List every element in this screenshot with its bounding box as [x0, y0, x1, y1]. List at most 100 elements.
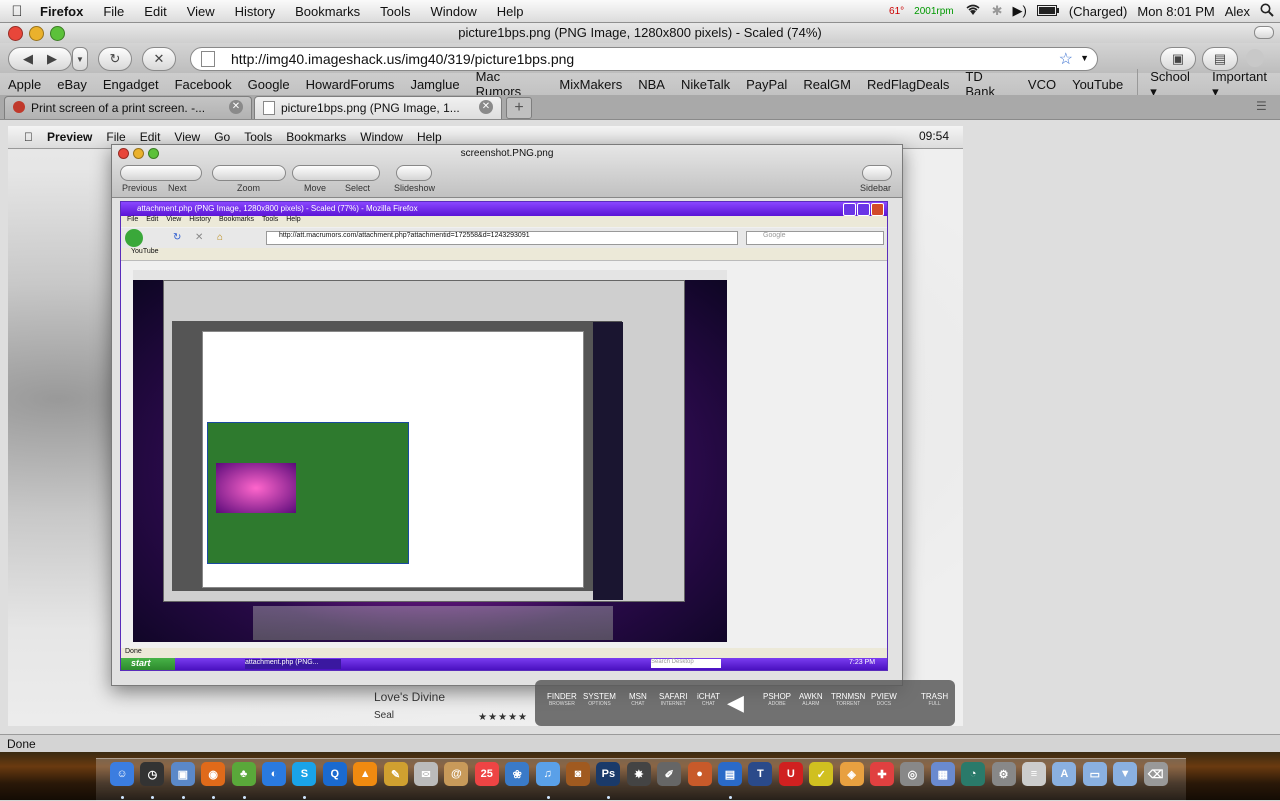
dock-utility-icon[interactable]: ✚ — [870, 762, 894, 786]
stop-button[interactable]: ✕ — [142, 47, 176, 71]
dock-photoshop-icon[interactable]: Ps — [596, 762, 621, 786]
bookmark-vco[interactable]: VCO — [1020, 77, 1064, 92]
bookmark-google[interactable]: Google — [240, 77, 298, 92]
dock-preview-icon[interactable]: ▣ — [170, 762, 195, 786]
dock-stickies-icon[interactable]: ✎ — [383, 762, 408, 786]
launcher-awkn: AWKN ALARM — [799, 692, 823, 707]
dock-utilities-icon[interactable]: ⚙ — [991, 762, 1016, 786]
dock-firefox-icon[interactable]: ◉ — [201, 762, 226, 786]
dock-skype-icon[interactable]: S — [292, 762, 317, 786]
dock-dashboard-grid-icon[interactable]: ▦ — [930, 762, 955, 786]
now-playing-widget: Love's Divine Seal ★★★★★ — [374, 690, 530, 726]
fan-speed[interactable]: 2001rpm — [914, 6, 953, 17]
xp-status-text: Done — [125, 648, 142, 655]
menu-help[interactable]: Help — [487, 4, 534, 19]
dock-lamp-icon[interactable]: ● — [687, 762, 712, 786]
dock-script-icon[interactable]: ≡ — [1022, 762, 1046, 786]
tab-picture1bps[interactable]: picture1bps.png (PNG Image, 1... ✕ — [254, 96, 502, 119]
dock-applications-icon[interactable]: A — [1052, 762, 1077, 786]
apple-icon[interactable]:  — [0, 3, 34, 20]
reload-button[interactable]: ↻ — [98, 47, 132, 71]
menu-app-name[interactable]: Firefox — [34, 4, 93, 19]
url-text[interactable]: http://img40.imageshack.us/img40/319/pic… — [231, 51, 574, 67]
bookmark-ebay[interactable]: eBay — [49, 77, 95, 92]
menu-tools[interactable]: Tools — [370, 4, 420, 19]
tab-label: Print screen of a print screen. -... — [31, 101, 206, 115]
toolbar-toggle-button[interactable] — [1254, 26, 1274, 39]
url-bar[interactable]: http://img40.imageshack.us/img40/319/pic… — [190, 47, 1098, 71]
dock-magnet-icon[interactable]: U — [778, 762, 803, 786]
nested-desktop-icons — [593, 322, 623, 600]
dock-textedit-icon[interactable]: ✉ — [414, 762, 438, 786]
dock-adium-icon[interactable]: ♣ — [231, 762, 256, 786]
dock-time-machine-icon[interactable]: ◔ — [961, 762, 986, 786]
bookmark-facebook[interactable]: Facebook — [167, 77, 240, 92]
menu-bookmarks[interactable]: Bookmarks — [285, 4, 370, 19]
battery-icon[interactable] — [1036, 4, 1059, 19]
close-tab-icon[interactable]: ✕ — [229, 100, 243, 114]
volume-icon[interactable]: ▶) — [1013, 3, 1027, 19]
battery-status[interactable]: (Charged) — [1069, 4, 1128, 19]
new-tab-button[interactable]: + — [506, 97, 532, 119]
bookmark-apple[interactable]: Apple — [0, 77, 49, 92]
bluetooth-icon[interactable]: ✱ — [992, 3, 1003, 19]
bookmark-youtube[interactable]: YouTube — [1064, 77, 1131, 92]
dock-mail-icon[interactable]: @ — [444, 762, 469, 786]
tab-print-screen[interactable]: Print screen of a print screen. -... ✕ — [4, 96, 252, 119]
menu-clock[interactable]: Mon 8:01 PM — [1137, 4, 1214, 19]
sidebar-button[interactable]: ▣ — [1160, 47, 1196, 71]
back-icon[interactable]: ◀ — [23, 51, 33, 67]
dock-package-icon[interactable]: ◈ — [839, 762, 864, 786]
dock-trash-icon[interactable]: ⌫ — [1143, 762, 1168, 786]
launcher-sub: TORRENT — [836, 701, 861, 707]
addon-icon[interactable] — [1246, 49, 1264, 67]
history-dropdown[interactable]: ▼ — [72, 47, 88, 71]
dock-ical-icon[interactable]: 25 — [474, 762, 499, 786]
dock-webcam-icon[interactable]: ◐ — [262, 762, 286, 786]
bookmark-realgm[interactable]: RealGM — [795, 77, 859, 92]
forward-icon[interactable]: ▶ — [47, 51, 57, 67]
xp-menu-view: View — [166, 216, 182, 223]
spotlight-icon[interactable] — [1260, 3, 1274, 20]
bookmark-engadget[interactable]: Engadget — [95, 77, 167, 92]
dock-airport-icon[interactable]: ◎ — [900, 762, 925, 786]
bookmark-howardforums[interactable]: HowardForums — [298, 77, 403, 92]
bookmark-jamglue[interactable]: Jamglue — [402, 77, 467, 92]
bookmark-nba[interactable]: NBA — [630, 77, 673, 92]
dock-photo-booth-icon[interactable]: ◙ — [566, 762, 590, 786]
dock-pencil-icon[interactable]: ✐ — [657, 762, 682, 786]
dock-downloads-icon[interactable]: ▼ — [1113, 762, 1138, 786]
dock-documents-icon[interactable]: ▭ — [1082, 762, 1107, 786]
dock-itunes-icon[interactable]: ♫ — [535, 762, 560, 786]
bookmark-paypal[interactable]: PayPal — [738, 77, 795, 92]
url-dropdown-icon[interactable]: ▼ — [1080, 53, 1089, 63]
download-button[interactable]: ▤ — [1202, 47, 1238, 71]
dock-iphoto-icon[interactable]: ❀ — [505, 762, 530, 786]
bookmark-mixmakers[interactable]: MixMakers — [551, 77, 630, 92]
dock-tool-icon[interactable]: ✓ — [809, 762, 834, 786]
cpu-temp[interactable]: 61° — [889, 6, 904, 16]
bookmark-star-icon[interactable]: ☆ — [1059, 49, 1073, 69]
menu-edit[interactable]: Edit — [134, 4, 176, 19]
menu-user[interactable]: Alex — [1225, 4, 1250, 19]
back-forward-control[interactable]: ◀ ▶ — [8, 47, 72, 71]
xp-status-bar: Done — [121, 648, 887, 658]
bookmark-niketalk[interactable]: NikeTalk — [673, 77, 738, 92]
dock-keynote-icon[interactable]: ▤ — [718, 762, 742, 786]
list-tabs-icon[interactable]: ☰ — [1256, 99, 1274, 115]
dock-imovie-icon[interactable]: T — [748, 762, 773, 786]
dock-clapper-icon[interactable]: ✸ — [626, 762, 651, 786]
wifi-icon[interactable] — [964, 3, 982, 19]
bookmark-redflagdeals[interactable]: RedFlagDeals — [859, 77, 957, 92]
dock-quicktime-icon[interactable]: Q — [322, 762, 347, 786]
launcher-sub: INTERNET — [660, 701, 686, 707]
dock-vlc-icon[interactable]: ▲ — [353, 762, 378, 786]
menu-file[interactable]: File — [93, 4, 134, 19]
menu-window[interactable]: Window — [421, 4, 487, 19]
menu-view[interactable]: View — [177, 4, 225, 19]
close-tab-icon[interactable]: ✕ — [479, 100, 493, 114]
dock-finder-icon[interactable]: ☺ — [110, 762, 134, 786]
menu-history[interactable]: History — [225, 4, 285, 19]
dock-dashboard-icon[interactable]: ◷ — [140, 762, 165, 786]
launcher-system: SYSTEM OPTIONS — [583, 692, 616, 707]
